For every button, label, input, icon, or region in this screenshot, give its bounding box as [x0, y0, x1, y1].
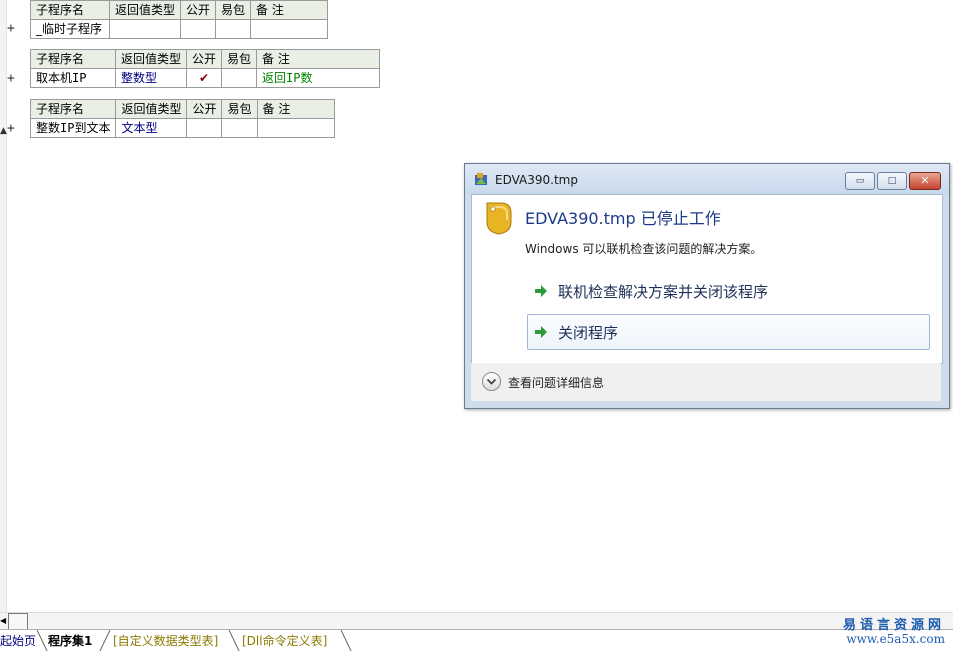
dialog-content: EDVA390.tmp 已停止工作 Windows 可以联机检查该问题的解决方案… [471, 194, 943, 364]
subroutine-table: 子程序名 返回值类型 公开 易包 备 注 整数IP到文本 文本型 [29, 99, 335, 138]
tab-custom-data-types[interactable]: [自定义数据类型表] [113, 632, 218, 649]
check-online-and-close-button[interactable]: 联机检查解决方案并关闭该程序 [527, 273, 930, 309]
watermark-url: www.e5a5x.com [846, 632, 945, 646]
subroutine-table: 子程序名 返回值类型 公开 易包 备 注 _临时子程序 [30, 0, 329, 39]
chevron-down-icon[interactable] [482, 372, 501, 391]
header-remark: 备 注 [250, 0, 329, 20]
sub-name-cell[interactable]: _临时子程序 [30, 19, 110, 39]
view-details-link[interactable]: 查看问题详细信息 [508, 374, 604, 391]
subroutine-header-row: 子程序名 返回值类型 公开 易包 备 注 [30, 49, 381, 69]
error-dialog: EDVA390.tmp ▭ □ ✕ EDVA390.tmp 已停止工作 Wind… [464, 163, 950, 409]
sub-easy-pack-cell[interactable] [221, 68, 258, 88]
sub-return-type-cell[interactable]: 文本型 [115, 118, 188, 138]
watermark-title: 易语言资源网 [842, 618, 945, 633]
tab-bar: 起始页 程序集1 [自定义数据类型表] [Dll命令定义表] [0, 629, 953, 653]
horizontal-scrollbar[interactable]: ◀ [0, 612, 953, 630]
sub-return-type-cell[interactable]: 整数型 [114, 68, 188, 88]
dialog-message: Windows 可以联机检查该问题的解决方案。 [525, 242, 763, 256]
tab-separator-icon [228, 630, 240, 652]
tab-dll-commands[interactable]: [Dll命令定义表] [242, 632, 327, 649]
header-easy-pack: 易包 [221, 99, 258, 119]
action-label: 关闭程序 [558, 324, 619, 342]
tab-program-set[interactable]: 程序集1 [48, 632, 92, 649]
tab-separator-icon [99, 630, 111, 652]
sub-name-cell[interactable]: 整数IP到文本 [29, 118, 117, 138]
sub-public-cell[interactable] [186, 118, 223, 138]
action-label: 联机检查解决方案并关闭该程序 [558, 283, 769, 301]
sub-public-check-icon[interactable]: ✔ [186, 68, 223, 88]
header-public: 公开 [180, 0, 217, 20]
maximize-button[interactable]: □ [877, 172, 907, 190]
subroutine-header-row: 子程序名 返回值类型 公开 易包 备 注 [29, 99, 335, 119]
sub-easy-pack-cell[interactable] [221, 118, 258, 138]
arrow-icon [535, 285, 547, 297]
sub-remark-cell[interactable] [250, 19, 329, 39]
header-return-type: 返回值类型 [114, 49, 188, 69]
sub-public-cell[interactable] [180, 19, 217, 39]
scroll-thumb[interactable] [8, 613, 28, 630]
header-easy-pack: 易包 [215, 0, 252, 20]
left-margin-bar [0, 0, 7, 612]
scroll-left-icon[interactable]: ◀ [0, 613, 8, 629]
expand-plus-icon[interactable]: + [7, 71, 15, 86]
subroutine-table: 子程序名 返回值类型 公开 易包 备 注 取本机IP 整数型 ✔ 返回IP数 [30, 49, 381, 88]
tab-start-page[interactable]: 起始页 [0, 632, 36, 649]
close-button[interactable]: ✕ [909, 172, 941, 190]
header-return-type: 返回值类型 [108, 0, 182, 20]
header-remark: 备 注 [256, 99, 335, 119]
header-easy-pack: 易包 [221, 49, 258, 69]
dialog-title: EDVA390.tmp [495, 173, 578, 187]
expand-plus-icon[interactable]: + [7, 121, 15, 136]
sub-name-cell[interactable]: 取本机IP [30, 68, 116, 88]
sub-return-type-cell[interactable] [108, 19, 182, 39]
dialog-footer: 查看问题详细信息 [471, 363, 941, 401]
sub-remark-cell[interactable] [256, 118, 335, 138]
subroutine-row[interactable]: 整数IP到文本 文本型 [29, 118, 335, 138]
dialog-titlebar[interactable]: EDVA390.tmp ▭ □ ✕ [465, 164, 949, 194]
header-name: 子程序名 [30, 49, 116, 69]
subroutine-row[interactable]: _临时子程序 [30, 19, 329, 39]
tab-separator-icon [340, 630, 352, 652]
close-program-button[interactable]: 关闭程序 [527, 314, 930, 350]
subroutine-row[interactable]: 取本机IP 整数型 ✔ 返回IP数 [30, 68, 381, 88]
header-public: 公开 [186, 49, 223, 69]
header-public: 公开 [186, 99, 223, 119]
header-return-type: 返回值类型 [115, 99, 188, 119]
sub-remark-cell[interactable]: 返回IP数 [256, 68, 381, 88]
header-name: 子程序名 [30, 0, 110, 20]
header-name: 子程序名 [29, 99, 117, 119]
minimize-button[interactable]: ▭ [845, 172, 875, 190]
cursor-marker-icon: ▲ [0, 126, 7, 136]
header-remark: 备 注 [256, 49, 381, 69]
sub-easy-pack-cell[interactable] [215, 19, 252, 39]
dialog-heading: EDVA390.tmp 已停止工作 [525, 209, 721, 228]
arrow-icon [535, 326, 547, 338]
subroutine-header-row: 子程序名 返回值类型 公开 易包 备 注 [30, 0, 329, 20]
shield-icon [486, 202, 512, 235]
app-icon [475, 173, 487, 185]
tab-separator-icon [36, 630, 48, 652]
expand-plus-icon[interactable]: + [7, 21, 15, 36]
